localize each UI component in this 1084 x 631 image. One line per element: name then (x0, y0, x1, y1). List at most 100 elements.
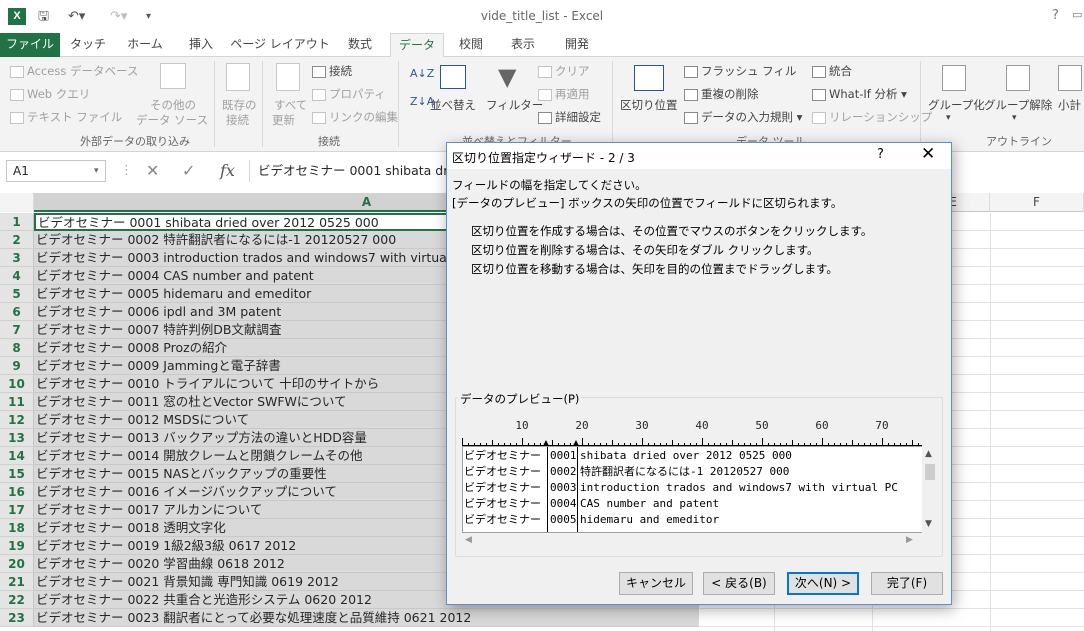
row-header[interactable]: 9 (0, 357, 34, 375)
clear-filter-icon (538, 66, 552, 78)
tab-review[interactable]: 校閲 (450, 33, 492, 57)
row-header[interactable]: 8 (0, 339, 34, 357)
row-header[interactable]: 3 (0, 249, 34, 267)
ruler-tick (522, 438, 523, 446)
name-box[interactable]: A1 (6, 160, 106, 182)
remove-duplicates-button[interactable]: 重複の削除 (684, 86, 759, 102)
existing-conn-line1[interactable]: 既存の (222, 97, 257, 113)
row-header[interactable]: 18 (0, 519, 34, 537)
tab-home[interactable]: ホーム (118, 33, 172, 57)
flash-fill-button[interactable]: フラッシュ フィル (684, 63, 796, 79)
whatif-button[interactable]: What-If 分析 ▾ (812, 86, 907, 102)
row-header[interactable]: 21 (0, 573, 34, 591)
column-break-line[interactable] (547, 447, 548, 533)
subtotal-icon (1058, 65, 1082, 91)
preview-horizontal-scrollbar[interactable]: ◀ ▶ (462, 534, 923, 550)
tab-touch[interactable]: タッチ (64, 33, 112, 57)
tab-data[interactable]: データ (390, 33, 444, 58)
sort-button[interactable]: 並べ替え (430, 97, 476, 113)
next-button[interactable]: 次へ(N) > (787, 572, 859, 595)
dialog-help-button[interactable]: ? (877, 147, 884, 162)
row-header[interactable]: 17 (0, 501, 34, 519)
row-header[interactable]: 2 (0, 231, 34, 249)
cancel-button[interactable]: キャンセル (619, 572, 693, 595)
confirm-entry-icon[interactable]: ✓ (182, 160, 195, 182)
preview-vertical-scrollbar[interactable]: ▲ ▼ (922, 446, 937, 533)
column-ruler[interactable]: 10203040506070 (462, 418, 924, 446)
subtotal-button[interactable]: 小計 (1058, 97, 1081, 113)
instruction-line-2: [データのプレビュー] ボックスの矢印の位置でフィールドに区切られます。 (452, 195, 842, 211)
row-header[interactable]: 22 (0, 591, 34, 609)
row-header[interactable]: 7 (0, 321, 34, 339)
access-db-button[interactable]: Access データベース (10, 63, 138, 79)
hint-move: 区切り位置を移動する場合は、矢印を目的の位置までドラッグします。 (471, 261, 838, 277)
web-query-button[interactable]: Web クエリ (10, 86, 90, 102)
row-header[interactable]: 10 (0, 375, 34, 393)
advanced-button[interactable]: 詳細設定 (538, 109, 601, 125)
text-to-columns-button[interactable]: 区切り位置 (620, 97, 678, 113)
dialog-close-button[interactable]: ✕ (921, 144, 935, 164)
row-header[interactable]: 5 (0, 285, 34, 303)
row-header[interactable]: 14 (0, 447, 34, 465)
empty-cells[interactable] (700, 609, 1084, 627)
ribbon-display-icon[interactable]: ▭ (1072, 8, 1082, 21)
help-button[interactable]: ? (1052, 8, 1059, 23)
text-to-columns-icon (634, 65, 664, 91)
select-all-corner[interactable] (0, 193, 34, 212)
preview-field: 特許翻訳者になるには-1 20120527 000 (578, 464, 789, 480)
tab-developer[interactable]: 開発 (554, 33, 600, 57)
cancel-entry-icon[interactable]: ✕ (146, 160, 159, 182)
clear-button[interactable]: クリア (538, 63, 590, 79)
properties-button[interactable]: プロパティ (312, 86, 386, 102)
data-preview[interactable]: ビデオセミナー0001shibata dried over 2012 0525 … (462, 446, 923, 533)
filter-button[interactable]: フィルター (486, 97, 543, 113)
tab-view[interactable]: 表示 (498, 33, 548, 57)
text-file-button[interactable]: テキスト ファイル (10, 109, 122, 125)
ungroup-button[interactable]: グループ解除 (984, 97, 1052, 113)
remove-duplicates-icon (684, 89, 698, 101)
existing-conn-line2[interactable]: 接続 (226, 112, 249, 128)
tab-page-layout[interactable]: ページ レイアウト (230, 33, 330, 57)
tab-formulas[interactable]: 数式 (336, 33, 384, 57)
row-header[interactable]: 23 (0, 609, 34, 627)
reapply-button[interactable]: 再適用 (538, 86, 590, 102)
row-header[interactable]: 19 (0, 537, 34, 555)
other-sources-line2[interactable]: データ ソース (136, 112, 208, 128)
scroll-thumb[interactable] (925, 464, 935, 480)
edit-links-button[interactable]: リンクの編集 (312, 109, 398, 125)
cell-a[interactable]: ビデオセミナー 0023 翻訳者にとって必要な処理速度と品質維持 0621 20… (34, 609, 699, 627)
relationships-button[interactable]: リレーションシップ (812, 109, 932, 125)
data-validation-button[interactable]: データの入力規則 ▾ (684, 109, 802, 125)
preview-field: 0002 (548, 464, 578, 480)
row-header[interactable]: 15 (0, 465, 34, 483)
tab-insert[interactable]: 挿入 (178, 33, 224, 57)
row-header[interactable]: 16 (0, 483, 34, 501)
consolidate-button[interactable]: 統合 (812, 63, 852, 79)
finish-button[interactable]: 完了(F) (871, 572, 943, 595)
row-header[interactable]: 6 (0, 303, 34, 321)
name-box-dropdown-icon[interactable]: ▾ (94, 166, 99, 176)
scroll-right-icon[interactable]: ▶ (906, 535, 913, 545)
scroll-left-icon[interactable]: ◀ (465, 535, 472, 545)
group-button[interactable]: グループ化 (928, 97, 985, 113)
refresh-all-line2[interactable]: 更新 (272, 112, 295, 128)
row-header[interactable]: 12 (0, 411, 34, 429)
other-sources-line1[interactable]: その他の (150, 97, 196, 113)
row-header[interactable]: 20 (0, 555, 34, 573)
refresh-all-line1[interactable]: すべて (274, 97, 307, 113)
row-header[interactable]: 1 (0, 213, 34, 231)
ungroup-dropdown-icon[interactable]: ▾ (1012, 113, 1017, 123)
connections-button[interactable]: 接続 (312, 63, 352, 79)
column-break-line[interactable] (577, 447, 578, 533)
insert-function-icon[interactable]: fx (220, 160, 235, 182)
scroll-down-icon[interactable]: ▼ (925, 519, 932, 529)
sort-az-icon[interactable]: A↓Z (410, 67, 434, 80)
scroll-up-icon[interactable]: ▲ (925, 449, 932, 459)
row-header[interactable]: 13 (0, 429, 34, 447)
column-header-f[interactable]: F (990, 193, 1084, 212)
row-header[interactable]: 11 (0, 393, 34, 411)
group-dropdown-icon[interactable]: ▾ (946, 113, 951, 123)
back-button[interactable]: < 戻る(B) (703, 572, 775, 595)
row-header[interactable]: 4 (0, 267, 34, 285)
tab-file[interactable]: ファイル (0, 33, 60, 57)
